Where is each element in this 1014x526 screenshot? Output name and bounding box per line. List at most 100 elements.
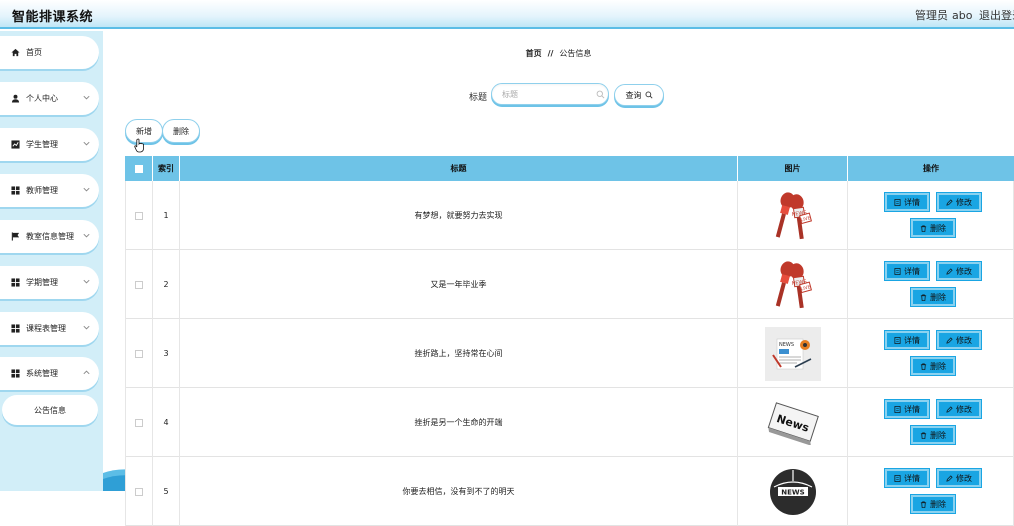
delete-button[interactable]: 删除 — [911, 357, 955, 375]
row-checkbox[interactable] — [135, 418, 143, 427]
row-title: 挫折路上，坚持常在心间 — [180, 319, 738, 388]
row-checkbox[interactable] — [135, 487, 143, 496]
sidebar-item-semesters[interactable]: 学期管理 — [0, 266, 99, 299]
breadcrumb: 首页 // 公告信息 — [103, 48, 1014, 59]
detail-button[interactable]: 详情 — [885, 262, 929, 280]
edit-button[interactable]: 修改 — [937, 469, 981, 487]
trash-icon — [920, 432, 927, 439]
sidebar-item-label: 教师管理 — [26, 186, 58, 195]
row-checkbox[interactable] — [135, 349, 143, 358]
detail-button[interactable]: 详情 — [885, 469, 929, 487]
edit-button[interactable]: 修改 — [937, 193, 981, 211]
column-header-actions: 操作 — [923, 164, 939, 173]
hand-cursor-icon — [134, 138, 144, 153]
admin-name: abo — [952, 9, 973, 22]
row-checkbox[interactable] — [135, 211, 143, 220]
row-image-cell: NEWS — [738, 319, 848, 388]
chevron-down-icon — [83, 95, 90, 100]
admin-label: 管理员 — [915, 9, 948, 22]
edit-button[interactable]: 修改 — [937, 262, 981, 280]
sidebar-item-students[interactable]: 学生管理 — [0, 128, 99, 161]
column-header-image: 图片 — [738, 156, 848, 181]
sidebar-item-system[interactable]: 系统管理 — [0, 357, 99, 390]
sidebar-item-label: 学期管理 — [26, 278, 58, 287]
row-title: 又是一年毕业季 — [180, 250, 738, 319]
row-image-cell: News — [738, 388, 848, 457]
delete-button[interactable]: 删除 — [911, 495, 955, 513]
admin-info: 管理员 abo — [915, 7, 972, 23]
grid-icon — [11, 278, 20, 287]
top-header: 智能排课系统 管理员 abo 退出登录 — [0, 0, 1014, 29]
sidebar-item-label: 个人中心 — [26, 94, 58, 103]
breadcrumb-current: 公告信息 — [559, 49, 592, 58]
table-header: 索引 标题 图片 操作 — [125, 156, 1014, 181]
detail-button[interactable]: 详情 — [885, 400, 929, 418]
row-index: 3 — [153, 319, 180, 388]
row-check-cell — [125, 181, 153, 250]
delete-label: 删除 — [930, 292, 946, 302]
flag-icon — [11, 232, 20, 241]
sidebar-subitem-announcements[interactable]: 公告信息 — [2, 395, 98, 425]
search-input[interactable] — [491, 83, 609, 105]
batch-delete-button[interactable]: 删除 — [162, 119, 200, 143]
row-image-cell: NEWS LIVE — [738, 181, 848, 250]
app-title: 智能排课系统 — [12, 10, 94, 25]
chart-icon — [11, 140, 20, 149]
row-check-cell — [125, 250, 153, 319]
row-actions-cell: 详情 修改 删除 — [848, 457, 1014, 526]
sidebar-item-personal-center[interactable]: 个人中心 — [0, 82, 99, 115]
row-checkbox[interactable] — [135, 280, 143, 289]
breadcrumb-home[interactable]: 首页 — [526, 49, 542, 58]
microphones-image: NEWS LIVE — [775, 191, 812, 239]
select-all-checkbox[interactable] — [134, 164, 143, 173]
delete-label: 删除 — [930, 499, 946, 509]
delete-label: 删除 — [930, 223, 946, 233]
sidebar-item-teachers[interactable]: 教师管理 — [0, 174, 99, 207]
detail-label: 详情 — [904, 335, 920, 345]
edit-label: 修改 — [956, 404, 972, 414]
delete-button[interactable]: 删除 — [911, 426, 955, 444]
table-row: 2 又是一年毕业季 NEWS LIVE 详情 修改 删除 — [125, 250, 1014, 319]
detail-button[interactable]: 详情 — [885, 193, 929, 211]
home-icon — [11, 48, 20, 57]
row-image-cell: NEWS LIVE — [738, 250, 848, 319]
table-row: 3 挫折路上，坚持常在心间 NEWS 详情 修改 删除 — [125, 319, 1014, 388]
news-globe-image: NEWS — [769, 468, 816, 515]
sidebar-item-classrooms[interactable]: 教室信息管理 — [0, 220, 99, 253]
sidebar-item-home[interactable]: 首页 — [0, 36, 99, 69]
query-button[interactable]: 查询 — [614, 84, 664, 106]
row-actions-cell: 详情 修改 删除 — [848, 388, 1014, 457]
document-icon — [894, 474, 901, 482]
delete-button[interactable]: 删除 — [911, 219, 955, 237]
svg-text:NEWS: NEWS — [779, 342, 794, 348]
edit-label: 修改 — [956, 473, 972, 483]
search-icon — [596, 90, 605, 99]
chevron-down-icon — [83, 141, 90, 146]
column-header-title: 标题 — [180, 156, 738, 181]
delete-button[interactable]: 删除 — [911, 288, 955, 306]
select-all-cell — [125, 156, 153, 181]
detail-button[interactable]: 详情 — [885, 331, 929, 349]
trash-icon — [920, 225, 927, 232]
edit-label: 修改 — [956, 266, 972, 276]
chevron-up-icon — [83, 370, 90, 375]
sidebar: 首页 个人中心 学生管理 教师管理 教室信息管理 学期管理 课程表管理 系统管理… — [0, 31, 103, 491]
edit-label: 修改 — [956, 197, 972, 207]
news-paper-image: News — [767, 401, 819, 445]
grid-icon — [11, 324, 20, 333]
edit-button[interactable]: 修改 — [937, 331, 981, 349]
document-icon — [894, 336, 901, 344]
detail-label: 详情 — [904, 404, 920, 414]
chevron-down-icon — [83, 325, 90, 330]
breadcrumb-separator: // — [547, 49, 554, 58]
sidebar-item-label: 系统管理 — [26, 369, 58, 378]
edit-button[interactable]: 修改 — [937, 400, 981, 418]
detail-label: 详情 — [904, 266, 920, 276]
row-actions-cell: 详情 修改 删除 — [848, 319, 1014, 388]
row-index: 2 — [153, 250, 180, 319]
sidebar-item-timetables[interactable]: 课程表管理 — [0, 312, 99, 345]
table-row: 5 你要去相信，没有到不了的明天 NEWS 详情 修改 删除 — [125, 457, 1014, 526]
chevron-down-icon — [83, 279, 90, 284]
logout-link[interactable]: 退出登录 — [979, 7, 1014, 23]
trash-icon — [920, 363, 927, 370]
